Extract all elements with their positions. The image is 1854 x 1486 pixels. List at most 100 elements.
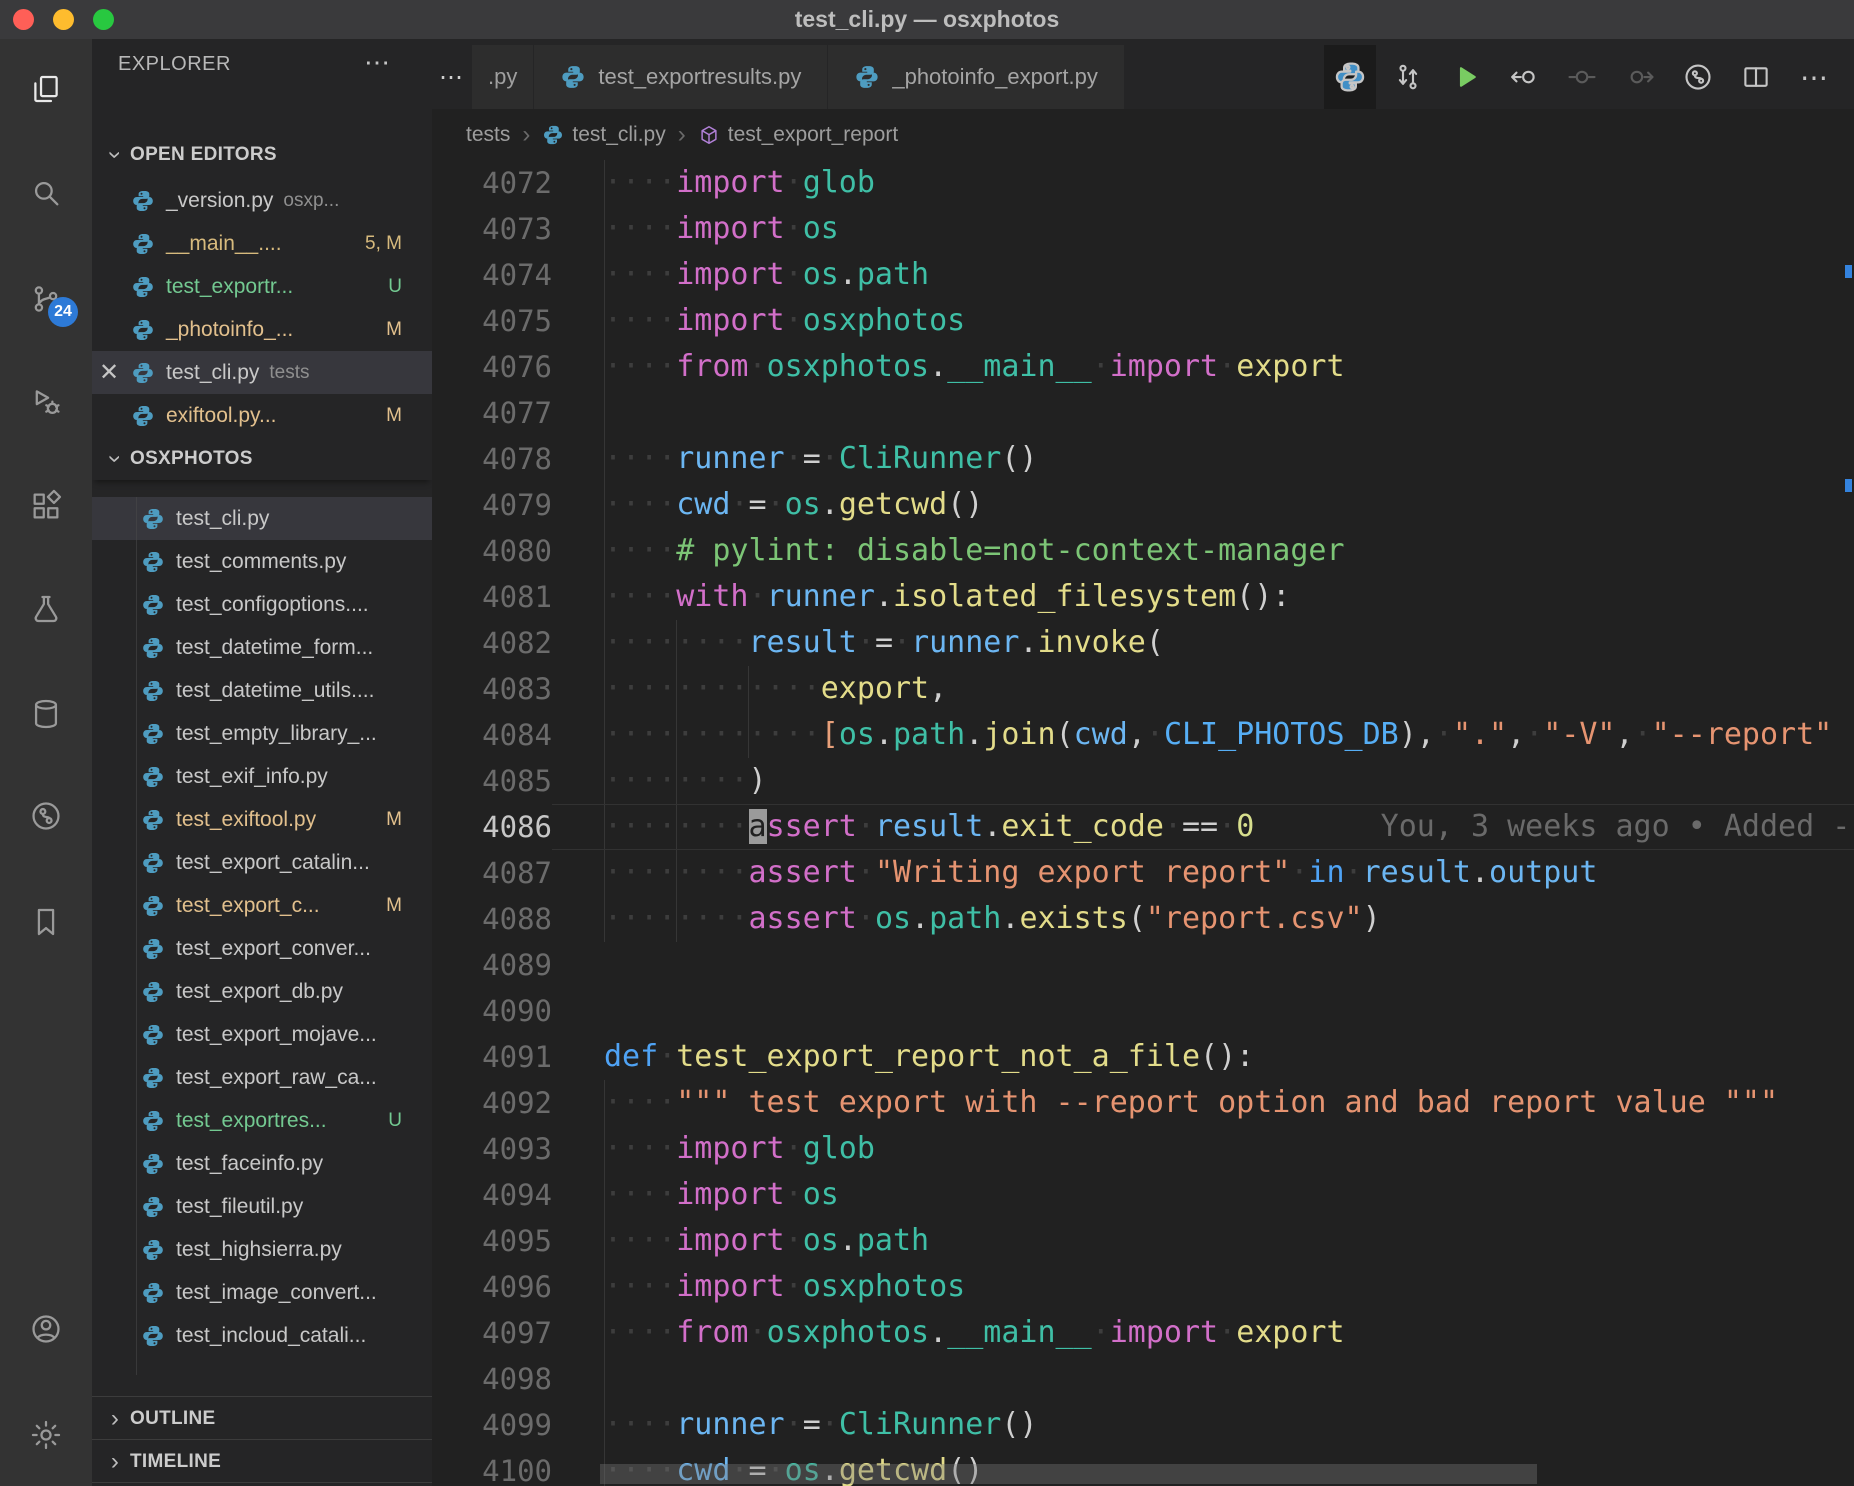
testing-icon[interactable]: [22, 585, 70, 633]
open-editor-item-test_cli-py[interactable]: ✕test_cli.pytests: [92, 351, 432, 394]
settings-icon[interactable]: [22, 1411, 70, 1459]
code-line-4073[interactable]: 4073····import·os: [432, 206, 1854, 252]
code-line-4097[interactable]: 4097····from·osxphotos.__main__·import·e…: [432, 1310, 1854, 1356]
compare-changes-icon[interactable]: [1382, 45, 1434, 109]
file-item-test_export_raw_ca-[interactable]: test_export_raw_ca...: [92, 1056, 432, 1099]
file-item-test_highsierra-py[interactable]: test_highsierra.py: [92, 1228, 432, 1271]
section-osxphotos[interactable]: › OSXPHOTOS: [92, 437, 432, 480]
code-line-4085[interactable]: 4085········): [432, 758, 1854, 804]
code-line-4091[interactable]: 4091def·test_export_report_not_a_file():: [432, 1034, 1854, 1080]
run-icon[interactable]: [1440, 45, 1492, 109]
code-line-4078[interactable]: 4078····runner·=·CliRunner(): [432, 436, 1854, 482]
file-item-test_export_c-[interactable]: test_export_c...M: [92, 884, 432, 927]
extensions-icon[interactable]: [22, 482, 70, 530]
file-item-test_export_mojave-[interactable]: test_export_mojave...: [92, 1013, 432, 1056]
code-line-4092[interactable]: 4092····""" test export with --report op…: [432, 1080, 1854, 1126]
section-timeline[interactable]: › TIMELINE: [92, 1440, 432, 1483]
code-line-4072[interactable]: 4072····import·glob: [432, 160, 1854, 206]
source-control-icon[interactable]: 24: [22, 275, 70, 323]
file-item-test_incloud_catali-[interactable]: test_incloud_catali...: [92, 1314, 432, 1357]
file-item-test_export_conver-[interactable]: test_export_conver...: [92, 927, 432, 970]
file-item-test_exif_info-py[interactable]: test_exif_info.py: [92, 755, 432, 798]
code-line-4083[interactable]: 4083············export,: [432, 666, 1854, 712]
file-item-test_fileutil-py[interactable]: test_fileutil.py: [92, 1185, 432, 1228]
tab-label: _photoinfo_export.py: [892, 64, 1098, 90]
file-item-test_exportres-[interactable]: test_exportres...U: [92, 1099, 432, 1142]
file-name: test_export_raw_ca...: [176, 1066, 377, 1090]
git-status-badge: U: [388, 276, 402, 298]
run-and-debug-icon[interactable]: [22, 378, 70, 426]
code-line-4077[interactable]: 4077: [432, 390, 1854, 436]
file-item-test_configoptions-[interactable]: test_configoptions....: [92, 583, 432, 626]
line-content: ············export,: [552, 666, 1854, 712]
explorer-more-actions-button[interactable]: ⋯: [364, 47, 390, 78]
code-line-4087[interactable]: 4087········assert·"Writing export repor…: [432, 850, 1854, 896]
code-line-4075[interactable]: 4075····import·osxphotos: [432, 298, 1854, 344]
code-line-4086[interactable]: 4086········assert·result.exit_code·==·0…: [432, 804, 1854, 850]
step-out-icon[interactable]: [1614, 45, 1666, 109]
open-editor-item-_version-py[interactable]: _version.pyosxp...: [92, 179, 432, 222]
tab-overflow-indicator[interactable]: ⋯: [432, 45, 472, 109]
python-interpreter-icon[interactable]: [1324, 45, 1376, 109]
search-icon[interactable]: [22, 169, 70, 217]
open-editor-item-test_exportr-[interactable]: test_exportr... U: [92, 265, 432, 308]
code-line-4089[interactable]: 4089: [432, 942, 1854, 988]
database-icon[interactable]: [22, 690, 70, 738]
breadcrumb-item-tests[interactable]: tests: [466, 123, 510, 147]
code-line-4095[interactable]: 4095····import·os.path: [432, 1218, 1854, 1264]
explorer-icon[interactable]: [22, 65, 70, 113]
code-line-4099[interactable]: 4099····runner·=·CliRunner(): [432, 1402, 1854, 1448]
code-line-4081[interactable]: 4081····with·runner.isolated_filesystem(…: [432, 574, 1854, 620]
file-item-test_faceinfo-py[interactable]: test_faceinfo.py: [92, 1142, 432, 1185]
tab-partial-test-cli[interactable]: .py: [472, 45, 533, 109]
file-item-test_export_db-py[interactable]: test_export_db.py: [92, 970, 432, 1013]
split-editor-icon[interactable]: [1730, 45, 1782, 109]
code-line-4088[interactable]: 4088········assert·os.path.exists("repor…: [432, 896, 1854, 942]
file-item-test_datetime_form-[interactable]: test_datetime_form...: [92, 626, 432, 669]
file-item-test_cli-py[interactable]: test_cli.py: [92, 497, 432, 540]
file-item-test_empty_library_-[interactable]: test_empty_library_...: [92, 712, 432, 755]
git-graph-icon[interactable]: [1672, 45, 1724, 109]
code-editor[interactable]: 4072····import·glob4073····import·os4074…: [432, 160, 1854, 1486]
open-editor-item-exiftool-py-[interactable]: exiftool.py...M: [92, 394, 432, 437]
file-name: exiftool.py...: [166, 404, 277, 428]
code-line-4096[interactable]: 4096····import·osxphotos: [432, 1264, 1854, 1310]
breadcrumb-item-test_export_report[interactable]: test_export_report: [698, 123, 898, 147]
horizontal-scrollbar[interactable]: [600, 1464, 1537, 1484]
breadcrumb-item-test_cli-py[interactable]: test_cli.py: [542, 123, 665, 147]
open-editor-item-_photoinfo_-[interactable]: _photoinfo_...M: [92, 308, 432, 351]
python-file-icon: [126, 189, 160, 213]
file-item-test_image_convert-[interactable]: test_image_convert...: [92, 1271, 432, 1314]
step-back-icon[interactable]: [1498, 45, 1550, 109]
step-over-icon[interactable]: [1556, 45, 1608, 109]
line-content: ········): [552, 758, 1854, 804]
code-line-4090[interactable]: 4090: [432, 988, 1854, 1034]
section-open-editors[interactable]: › OPEN EDITORS: [92, 133, 432, 176]
open-editor-item-__main__-[interactable]: __main__....5, M: [92, 222, 432, 265]
account-icon[interactable]: [22, 1305, 70, 1353]
tab-photoinfo-export[interactable]: _photoinfo_export.py: [828, 45, 1124, 109]
bookmarks-icon[interactable]: [22, 898, 70, 946]
line-content: [552, 942, 1854, 988]
code-line-4082[interactable]: 4082········result·=·runner.invoke(: [432, 620, 1854, 666]
file-item-test_exiftool-py[interactable]: test_exiftool.pyM: [92, 798, 432, 841]
code-line-4094[interactable]: 4094····import·os: [432, 1172, 1854, 1218]
close-icon[interactable]: ✕: [92, 358, 126, 387]
code-line-4076[interactable]: 4076····from·osxphotos.__main__·import·e…: [432, 344, 1854, 390]
more-actions-icon[interactable]: ⋯: [1788, 45, 1840, 109]
activity-bar: 24: [0, 39, 92, 1486]
file-item-test_comments-py[interactable]: test_comments.py: [92, 540, 432, 583]
section-outline[interactable]: › OUTLINE: [92, 1397, 432, 1440]
code-line-4093[interactable]: 4093····import·glob: [432, 1126, 1854, 1172]
tab-test-exportresults[interactable]: test_exportresults.py: [534, 45, 827, 109]
gitlens-icon[interactable]: [22, 792, 70, 840]
code-line-4098[interactable]: 4098: [432, 1356, 1854, 1402]
file-item-test_datetime_utils-[interactable]: test_datetime_utils....: [92, 669, 432, 712]
file-item-test_export_catalin-[interactable]: test_export_catalin...: [92, 841, 432, 884]
code-line-4080[interactable]: 4080····# pylint: disable=not-context-ma…: [432, 528, 1854, 574]
code-line-4084[interactable]: 4084············[os.path.join(cwd,·CLI_P…: [432, 712, 1854, 758]
file-name: test_comments.py: [176, 550, 346, 574]
code-line-4074[interactable]: 4074····import·os.path: [432, 252, 1854, 298]
file-name: test_exportr...: [166, 275, 293, 299]
code-line-4079[interactable]: 4079····cwd·=·os.getcwd(): [432, 482, 1854, 528]
